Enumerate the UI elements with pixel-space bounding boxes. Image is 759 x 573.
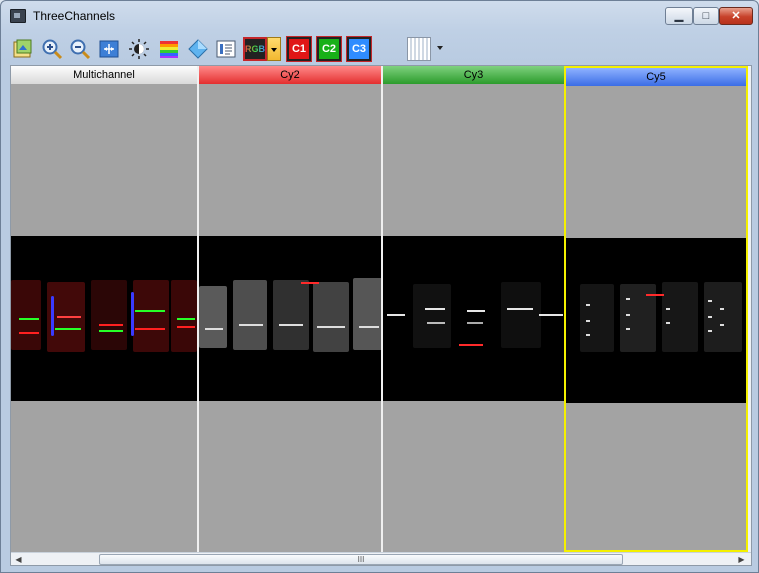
rgb-dropdown-button[interactable] bbox=[267, 37, 281, 61]
pane-cy3[interactable]: Cy3 bbox=[381, 66, 564, 552]
c1-channel-icon[interactable]: C1 bbox=[287, 37, 311, 61]
pane-header-cy3: Cy3 bbox=[383, 66, 564, 84]
pane-header-cy5: Cy5 bbox=[566, 68, 746, 86]
c3-label: C3 bbox=[351, 43, 367, 55]
close-button[interactable]: ✕ bbox=[719, 7, 753, 25]
pane-cy5[interactable]: Cy5 bbox=[564, 66, 748, 552]
c1-label: C1 bbox=[291, 43, 307, 55]
rgb-label: RGB bbox=[245, 44, 265, 54]
image-info-icon[interactable] bbox=[214, 37, 238, 61]
scroll-left-arrow-icon[interactable]: ◀ bbox=[14, 555, 23, 564]
toolbar: RGB C1 C2 C3 bbox=[1, 31, 758, 65]
layout-icon[interactable] bbox=[407, 37, 431, 61]
minimize-button[interactable]: ▁ bbox=[665, 7, 693, 25]
gel-image-cy2 bbox=[199, 236, 381, 401]
gel-image-cy3 bbox=[383, 236, 564, 401]
image-viewer: Multichannel Cy2 Cy3 Cy5 ◀ III ▶ bbox=[10, 65, 752, 566]
c3-channel-icon[interactable]: C3 bbox=[347, 37, 371, 61]
c2-label: C2 bbox=[321, 43, 337, 55]
gel-image-cy5 bbox=[566, 238, 746, 403]
horizontal-scrollbar-thumb[interactable]: III bbox=[99, 554, 623, 565]
pane-cy2[interactable]: Cy2 bbox=[197, 66, 381, 552]
diamond-tool-icon[interactable] bbox=[186, 37, 210, 61]
pane-area: Multichannel Cy2 Cy3 Cy5 bbox=[11, 66, 748, 552]
title-bar[interactable]: ThreeChannels ▁ □ ✕ bbox=[1, 1, 758, 31]
app-icon bbox=[10, 9, 26, 23]
c2-channel-icon[interactable]: C2 bbox=[317, 37, 341, 61]
fit-to-window-icon[interactable] bbox=[97, 37, 121, 61]
vertical-scrollbar[interactable] bbox=[748, 66, 751, 552]
chevron-down-icon[interactable] bbox=[437, 46, 443, 50]
scroll-right-arrow-icon[interactable]: ▶ bbox=[737, 555, 746, 564]
maximize-button[interactable]: □ bbox=[693, 7, 719, 25]
pane-header-cy2: Cy2 bbox=[199, 66, 381, 84]
brightness-icon[interactable] bbox=[127, 37, 151, 61]
rgb-mode-icon[interactable]: RGB bbox=[243, 37, 267, 61]
color-palette-icon[interactable] bbox=[157, 37, 181, 61]
pane-multichannel[interactable]: Multichannel bbox=[11, 66, 197, 552]
application-window: ThreeChannels ▁ □ ✕ RGB C1 C2 C3 Multich… bbox=[0, 0, 759, 573]
horizontal-scrollbar[interactable]: ◀ III ▶ bbox=[11, 552, 751, 565]
zoom-in-icon[interactable] bbox=[40, 37, 64, 61]
window-title: ThreeChannels bbox=[33, 9, 116, 23]
pane-header-multichannel: Multichannel bbox=[11, 66, 197, 84]
gel-image-multichannel bbox=[11, 236, 197, 401]
zoom-out-icon[interactable] bbox=[68, 37, 92, 61]
open-image-icon[interactable] bbox=[11, 37, 35, 61]
